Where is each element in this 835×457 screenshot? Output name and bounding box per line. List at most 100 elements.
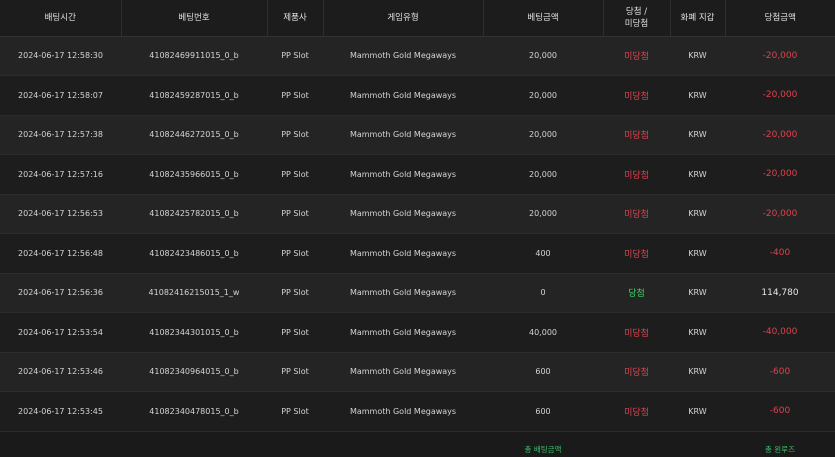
table-row: 2024-06-17 12:58:30 41082469911015_0_b PP … xyxy=(0,36,835,76)
bet-amount-cell: 600 xyxy=(483,352,603,392)
provider-cell: PP Slot xyxy=(267,194,323,234)
col-win-amount: 당첨금액 xyxy=(725,0,835,37)
result-cell: 미당첨 xyxy=(603,352,670,392)
bet-id-cell: 41082423486015_0_b xyxy=(121,233,267,274)
table-footer-row: 총 배팅금액 총 윈루즈 xyxy=(0,431,835,457)
provider-cell: PP Slot xyxy=(267,391,323,432)
result-cell: 미당첨 xyxy=(603,233,670,274)
bet-id-cell: 41082340478015_0_b xyxy=(121,391,267,432)
total-bet-label: 총 배팅금액 xyxy=(524,445,562,454)
total-winlose-label: 총 윈루즈 xyxy=(765,445,795,454)
bet-amount-cell: 400 xyxy=(483,233,603,274)
bet-time-cell: 2024-06-17 12:58:30 xyxy=(0,36,121,76)
table-row: 2024-06-17 12:56:36 41082416215015_1_w PP … xyxy=(0,273,835,313)
game-cell: Mammoth Gold Megaways xyxy=(323,273,483,313)
table-row: 2024-06-17 12:58:07 41082459287015_0_b PP … xyxy=(0,75,835,116)
table-row: 2024-06-17 12:53:46 41082340964015_0_b PP … xyxy=(0,352,835,392)
currency-cell: KRW xyxy=(670,233,725,274)
result-cell: 미당첨 xyxy=(603,154,670,195)
bet-amount-cell: 0 xyxy=(483,273,603,313)
col-currency: 화폐 지갑 xyxy=(670,0,726,37)
provider-cell: PP Slot xyxy=(267,154,323,195)
game-cell: Mammoth Gold Megaways xyxy=(323,312,483,353)
table-header-row: 배팅시간 베팅번호 제품사 게임유형 베팅금액 당첨 / 미당첨 화폐 지갑 당첨… xyxy=(0,0,835,37)
provider-cell: PP Slot xyxy=(267,273,323,313)
game-cell: Mammoth Gold Megaways xyxy=(323,154,483,195)
result-cell: 미당첨 xyxy=(603,194,670,234)
win-amount-cell: -20,000 xyxy=(725,75,835,116)
table-row: 2024-06-17 12:56:48 41082423486015_0_b PP … xyxy=(0,233,835,274)
col-bet-id: 베팅번호 xyxy=(121,0,268,37)
betting-history-table: 배팅시간 베팅번호 제품사 게임유형 베팅금액 당첨 / 미당첨 화폐 지갑 당첨… xyxy=(0,0,835,457)
result-cell: 미당첨 xyxy=(603,312,670,353)
currency-cell: KRW xyxy=(670,194,725,234)
bet-id-cell: 41082425782015_0_b xyxy=(121,194,267,234)
result-cell: 미당첨 xyxy=(603,391,670,432)
bet-amount-cell: 20,000 xyxy=(483,154,603,195)
win-amount-cell: 114,780 xyxy=(725,273,835,313)
win-amount-cell: -20,000 xyxy=(725,36,835,76)
bet-amount-cell: 20,000 xyxy=(483,115,603,155)
bet-amount-cell: 20,000 xyxy=(483,36,603,76)
result-cell: 당첨 xyxy=(603,273,670,313)
game-cell: Mammoth Gold Megaways xyxy=(323,75,483,116)
currency-cell: KRW xyxy=(670,352,725,392)
bet-id-cell: 41082340964015_0_b xyxy=(121,352,267,392)
col-result-line1: 당첨 / xyxy=(625,6,648,17)
bet-time-cell: 2024-06-17 12:56:53 xyxy=(0,194,121,234)
bet-id-cell: 41082435966015_0_b xyxy=(121,154,267,195)
bet-time-cell: 2024-06-17 12:53:45 xyxy=(0,391,121,432)
table-row: 2024-06-17 12:56:53 41082425782015_0_b PP … xyxy=(0,194,835,234)
bet-time-cell: 2024-06-17 12:53:54 xyxy=(0,312,121,353)
col-provider: 제품사 xyxy=(267,0,324,37)
result-cell: 미당첨 xyxy=(603,36,670,76)
bet-time-cell: 2024-06-17 12:56:48 xyxy=(0,233,121,274)
currency-cell: KRW xyxy=(670,36,725,76)
provider-cell: PP Slot xyxy=(267,352,323,392)
bet-id-cell: 41082469911015_0_b xyxy=(121,36,267,76)
currency-cell: KRW xyxy=(670,312,725,353)
bet-amount-cell: 600 xyxy=(483,391,603,432)
win-amount-cell: -20,000 xyxy=(725,154,835,195)
bet-amount-cell: 20,000 xyxy=(483,194,603,234)
win-amount-cell: -40,000 xyxy=(725,312,835,353)
provider-cell: PP Slot xyxy=(267,36,323,76)
col-bet-amount: 베팅금액 xyxy=(483,0,604,37)
col-result-line2: 미당첨 xyxy=(624,18,649,29)
game-cell: Mammoth Gold Megaways xyxy=(323,352,483,392)
provider-cell: PP Slot xyxy=(267,312,323,353)
col-result: 당첨 / 미당첨 xyxy=(603,0,671,37)
bet-time-cell: 2024-06-17 12:57:16 xyxy=(0,154,121,195)
bet-id-cell: 41082416215015_1_w xyxy=(121,273,267,313)
bet-time-cell: 2024-06-17 12:57:38 xyxy=(0,115,121,155)
provider-cell: PP Slot xyxy=(267,233,323,274)
table-row: 2024-06-17 12:57:16 41082435966015_0_b PP … xyxy=(0,154,835,195)
currency-cell: KRW xyxy=(670,154,725,195)
win-amount-cell: -600 xyxy=(725,352,835,392)
win-amount-cell: -400 xyxy=(725,233,835,274)
col-game-type: 게임유형 xyxy=(323,0,484,37)
currency-cell: KRW xyxy=(670,115,725,155)
game-cell: Mammoth Gold Megaways xyxy=(323,233,483,274)
currency-cell: KRW xyxy=(670,273,725,313)
game-cell: Mammoth Gold Megaways xyxy=(323,36,483,76)
win-amount-cell: -600 xyxy=(725,391,835,432)
currency-cell: KRW xyxy=(670,75,725,116)
bet-amount-cell: 20,000 xyxy=(483,75,603,116)
result-cell: 미당첨 xyxy=(603,115,670,155)
bet-id-cell: 41082344301015_0_b xyxy=(121,312,267,353)
game-cell: Mammoth Gold Megaways xyxy=(323,391,483,432)
game-cell: Mammoth Gold Megaways xyxy=(323,194,483,234)
win-amount-cell: -20,000 xyxy=(725,115,835,155)
bet-time-cell: 2024-06-17 12:53:46 xyxy=(0,352,121,392)
win-amount-cell: -20,000 xyxy=(725,194,835,234)
bet-id-cell: 41082446272015_0_b xyxy=(121,115,267,155)
bet-amount-cell: 40,000 xyxy=(483,312,603,353)
col-bet-time: 배팅시간 xyxy=(0,0,122,37)
bet-time-cell: 2024-06-17 12:56:36 xyxy=(0,273,121,313)
table-row: 2024-06-17 12:53:45 41082340478015_0_b PP … xyxy=(0,391,835,432)
table-row: 2024-06-17 12:53:54 41082344301015_0_b PP … xyxy=(0,312,835,353)
bet-id-cell: 41082459287015_0_b xyxy=(121,75,267,116)
game-cell: Mammoth Gold Megaways xyxy=(323,115,483,155)
provider-cell: PP Slot xyxy=(267,75,323,116)
